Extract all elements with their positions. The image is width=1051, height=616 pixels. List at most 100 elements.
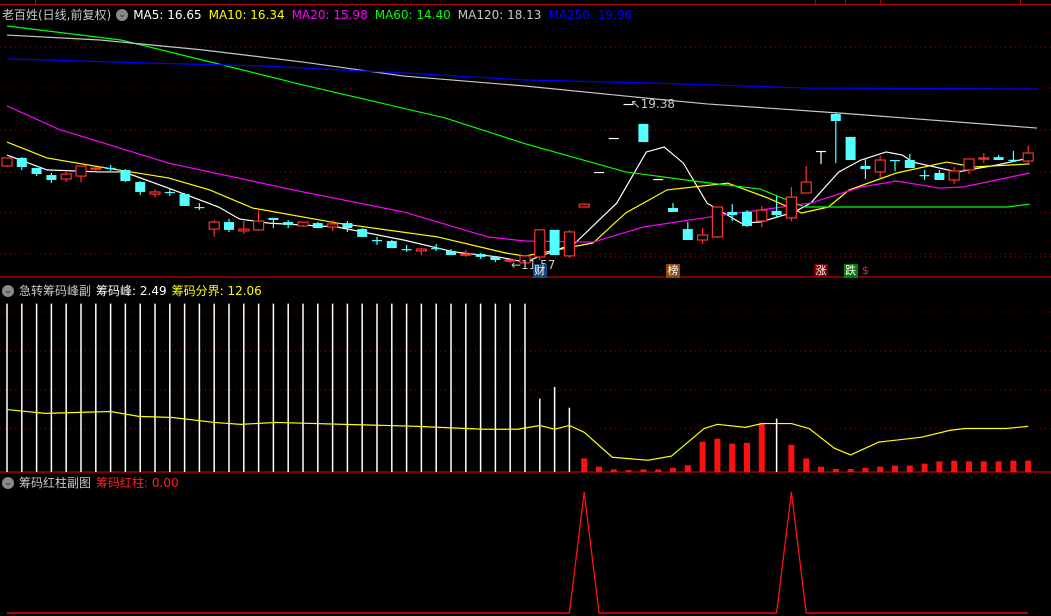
candle-body-down (845, 136, 856, 160)
candle-body-down (135, 182, 146, 192)
ma-label-0: MA5: 16.65 (133, 7, 202, 22)
candle-body-up (756, 209, 768, 222)
ma-label-1: MA10: 16.34 (208, 7, 285, 22)
sub2-label-redbar: 筹码红柱: 0.00 (96, 476, 179, 490)
chip-red-bar (966, 461, 972, 472)
chip-red-bar (788, 444, 795, 472)
event-marker[interactable]: 涨 (814, 264, 828, 278)
candle-body-up (149, 191, 161, 195)
candle-body-up (90, 167, 102, 170)
candle-body-down (164, 191, 175, 194)
candle-body-down (224, 222, 234, 230)
candle-body-down (31, 168, 42, 175)
candle-body-up (297, 221, 309, 227)
candle-body-down (830, 114, 841, 122)
candle-body-down (120, 170, 131, 182)
sub2-title: 筹码红柱副图 (19, 476, 92, 490)
candle-body-up (800, 181, 812, 194)
event-marker[interactable]: 跌 (843, 264, 858, 278)
candle-body-flat (816, 150, 826, 153)
ma-label-4: MA120: 18.13 (457, 7, 542, 22)
candle-body-up (711, 206, 724, 238)
candle-body-down (105, 167, 116, 170)
candle-body-down (357, 229, 368, 237)
sub2-header: ⌄ 筹码红柱副图 筹码红柱: 0.00 (2, 474, 179, 491)
chip-red-bar (625, 470, 632, 472)
ma-line-ma250 (6, 58, 1038, 90)
chevron-down-icon[interactable]: ⌄ (2, 476, 14, 489)
kline-chart[interactable]: ↖19.38←11.57 (0, 0, 1051, 616)
candle-body-down (1008, 159, 1019, 161)
ma-label-2: MA20: 15.98 (291, 7, 368, 22)
chip-red-bar (803, 458, 810, 472)
chevron-down-icon[interactable]: ⌄ (116, 8, 129, 21)
chip-red-bar (596, 466, 602, 472)
chip-red-bar (892, 465, 898, 472)
candle-body-down (179, 194, 190, 206)
candle-body-up (948, 170, 960, 181)
candle-body-up (696, 234, 709, 241)
candle-body-flat (653, 178, 664, 181)
chip-red-bar (818, 466, 824, 472)
candle-body-down (638, 123, 649, 143)
chip-red-bar (699, 441, 706, 472)
sub1-header: ⌄ 急转筹码峰副 筹码峰: 2.49 筹码分界: 12.06 (2, 282, 262, 299)
candle-body-down (742, 211, 752, 226)
candle-body-down (16, 157, 27, 168)
ma-legend: MA5: 16.65 MA10: 16.34 MA20: 15.98 MA60: 14… (133, 8, 632, 22)
candle-body-up (1, 157, 13, 167)
candle-body-down (919, 175, 930, 177)
chip-red-bar (1025, 460, 1032, 472)
candle-body-up (874, 159, 886, 173)
chip-red-bar (951, 460, 958, 472)
candle-body-down (401, 249, 412, 251)
candle-body-up (327, 223, 339, 228)
ma-line-ma20 (6, 105, 1030, 243)
candle-body-down (668, 208, 678, 212)
chip-red-bar (921, 463, 928, 472)
candle-body-down (549, 229, 560, 256)
candle-body-up (785, 196, 798, 219)
chip-red-bar (714, 438, 721, 472)
candle-body-down (431, 248, 442, 250)
event-marker[interactable]: 财 (532, 264, 547, 278)
sub1-label-peak: 筹码峰: 2.49 (96, 284, 167, 298)
chip-red-bar (906, 465, 913, 472)
chip-red-bar (610, 469, 617, 472)
chip-red-bar (684, 465, 691, 472)
candle-body-down (386, 241, 397, 249)
chip-red-pillar-line (7, 491, 1029, 614)
chip-red-bar (877, 466, 884, 472)
ma-line-ma10 (6, 141, 1030, 257)
chip-red-bar (729, 443, 736, 472)
candle-body-down (904, 160, 915, 169)
candle-body-down (342, 223, 353, 229)
candle-body-down (372, 240, 382, 242)
high-price-label: ↖19.38 (631, 97, 675, 111)
candle-body-down (934, 172, 945, 180)
chip-red-bar (936, 461, 943, 472)
candle-body-down (771, 210, 782, 216)
chip-red-bar (847, 468, 854, 472)
candle-body-flat (608, 137, 619, 140)
sub1-label-boundary: 筹码分界: 12.06 (171, 284, 262, 298)
chevron-down-icon[interactable]: ⌄ (2, 284, 14, 297)
candle-body-down (46, 175, 57, 180)
chip-red-bar (655, 469, 662, 472)
chip-boundary-line (6, 408, 1029, 461)
candle-body-down (268, 217, 279, 220)
candle-body-down (283, 222, 294, 225)
ma-line-ma120 (6, 34, 1038, 129)
chip-red-bar (1010, 460, 1017, 472)
candle-body-up (534, 229, 546, 258)
candle-body-up (208, 221, 220, 230)
candle-body-up (578, 203, 590, 208)
chip-red-bar (744, 442, 750, 472)
event-marker[interactable]: $ (858, 264, 872, 278)
candle-body-up (1022, 152, 1034, 162)
candle-body-up (563, 231, 576, 257)
chip-red-bar (995, 461, 1002, 472)
candle-body-up (460, 253, 472, 256)
ma-label-3: MA60: 14.40 (374, 7, 451, 22)
event-marker[interactable]: 榜 (666, 264, 680, 278)
